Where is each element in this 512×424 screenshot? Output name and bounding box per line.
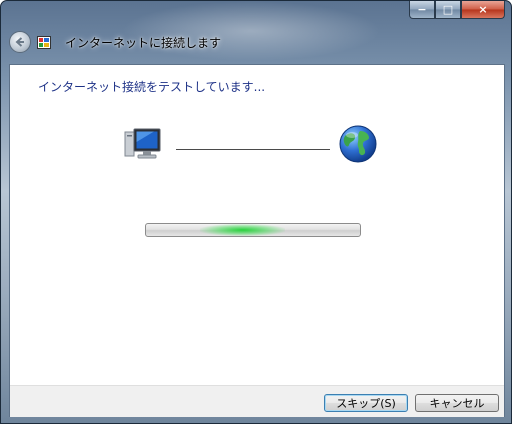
- minimize-button[interactable]: −: [409, 1, 435, 19]
- minimize-icon: −: [417, 3, 427, 16]
- connection-line: [176, 149, 330, 150]
- page-heading: インターネット接続をテストしています...: [38, 80, 266, 94]
- content-area: インターネット接続をテストしています...: [10, 65, 504, 385]
- window-title: インターネットに接続します: [65, 36, 222, 50]
- wizard-client-area: インターネット接続をテストしています... スキップ(S) キャンセル: [9, 64, 505, 417]
- close-button[interactable]: ×: [461, 1, 505, 19]
- progress-bar: [145, 223, 361, 237]
- maximize-button[interactable]: □: [435, 1, 461, 19]
- maximize-icon: □: [442, 3, 454, 16]
- caption-buttons: − □ ×: [409, 1, 505, 19]
- cancel-button[interactable]: キャンセル: [415, 394, 499, 412]
- skip-button[interactable]: スキップ(S): [324, 394, 408, 412]
- back-arrow-icon: [15, 37, 24, 47]
- close-icon: ×: [478, 3, 488, 16]
- globe-icon: [339, 125, 377, 163]
- button-bar: スキップ(S) キャンセル: [10, 385, 504, 417]
- network-wizard-icon: [37, 36, 51, 49]
- window-frame: − □ × インターネットに接続します インターネット接続をテストしています..…: [0, 0, 512, 424]
- back-button[interactable]: [9, 31, 31, 53]
- computer-icon: [124, 128, 161, 159]
- progress-indicator: [199, 224, 286, 236]
